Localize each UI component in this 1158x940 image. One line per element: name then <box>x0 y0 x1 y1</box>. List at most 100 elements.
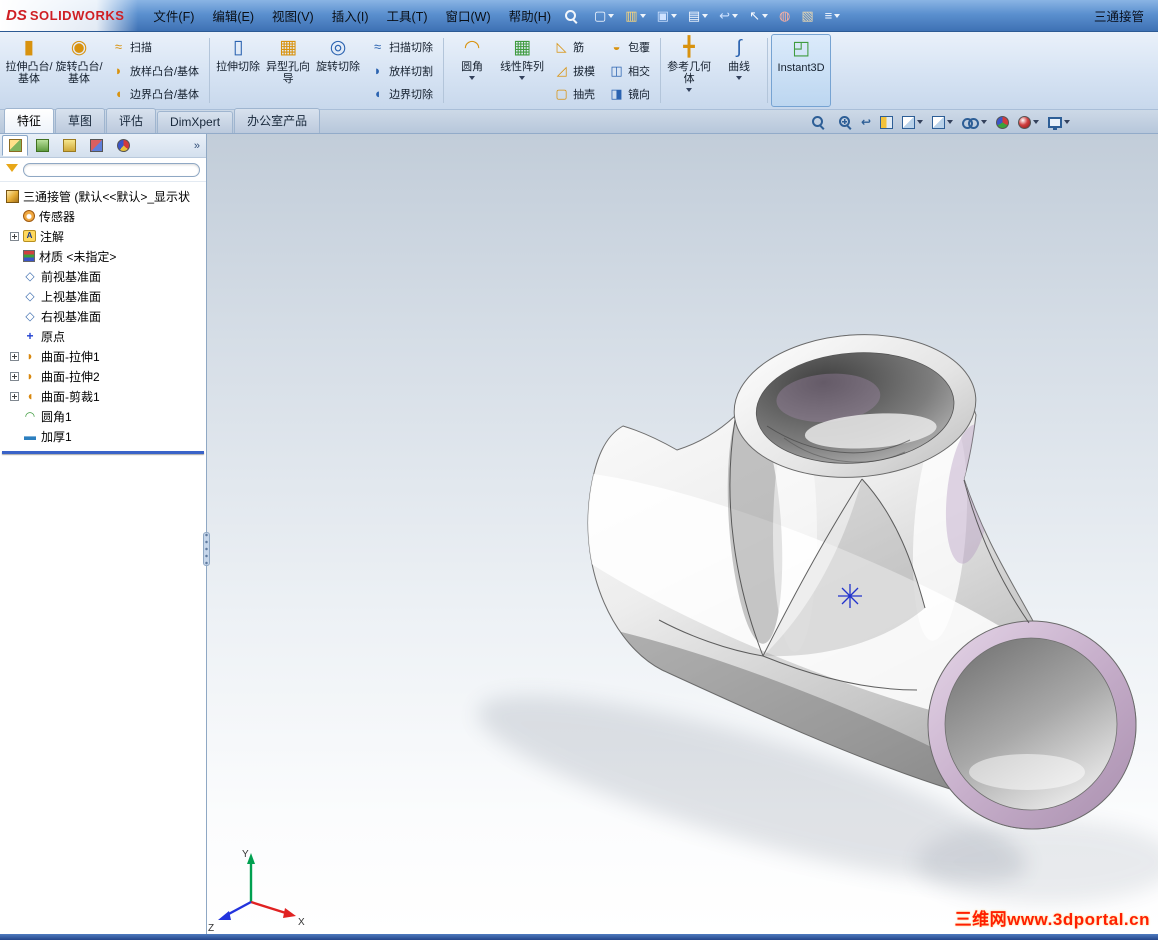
expand-icon[interactable] <box>10 351 19 361</box>
chevron-down-icon[interactable] <box>519 76 526 83</box>
dimxpertmanager-tab[interactable] <box>83 135 109 156</box>
section-view-button[interactable] <box>880 115 893 129</box>
linear-pattern-button[interactable]: ▦ 线性阵列 <box>497 34 547 107</box>
menu-help[interactable]: 帮助(H) <box>500 2 560 29</box>
chevron-down-icon[interactable] <box>1033 120 1039 127</box>
curves-button[interactable]: ∫ 曲线 <box>714 34 764 107</box>
chevron-down-icon[interactable] <box>736 76 743 83</box>
chevron-down-icon[interactable] <box>981 120 987 127</box>
tab-features[interactable]: 特征 <box>4 108 55 133</box>
swept-boss-button[interactable]: ≈ 扫描 <box>108 38 202 56</box>
print-button[interactable]: ▤ <box>686 7 710 25</box>
chevron-down-icon[interactable] <box>608 13 615 21</box>
instant3d-button[interactable]: ◰ Instant3D <box>771 34 832 107</box>
chevron-down-icon[interactable] <box>469 76 476 83</box>
tab-evaluate[interactable]: 评估 <box>106 108 157 133</box>
display-style-button[interactable] <box>932 115 953 129</box>
graphics-area[interactable]: Y X Z 三维网www.3dportal.cn <box>207 134 1158 934</box>
select-button[interactable]: ↖ <box>747 7 770 25</box>
menu-tools[interactable]: 工具(T) <box>378 2 437 29</box>
tree-item-annotations[interactable]: A 注解 <box>0 226 206 246</box>
tab-dimxpert[interactable]: DimXpert <box>157 111 234 133</box>
lofted-boss-button[interactable]: ◗ 放样凸台/基体 <box>108 62 202 80</box>
chevron-down-icon[interactable] <box>761 13 768 21</box>
wrap-button[interactable]: ◒ 包覆 <box>606 38 653 56</box>
tree-item-thicken1[interactable]: ▬ 加厚1 <box>0 426 206 446</box>
intersect-button[interactable]: ◫ 相交 <box>606 62 653 80</box>
rib-button[interactable]: ◺ 筋 <box>551 38 598 56</box>
featuremanager-tab[interactable] <box>2 135 28 156</box>
search-icon[interactable] <box>564 9 578 23</box>
chevron-down-icon[interactable] <box>947 120 953 127</box>
propertymanager-tab[interactable] <box>29 135 55 156</box>
save-button[interactable]: ▣ <box>655 7 679 25</box>
tree-item-sensors[interactable]: 传感器 <box>0 206 206 226</box>
hide-show-items-button[interactable] <box>962 117 987 129</box>
tab-sketch[interactable]: 草图 <box>55 108 106 133</box>
expand-icon[interactable] <box>10 231 19 241</box>
tree-item-right-plane[interactable]: ◇ 右视基准面 <box>0 306 206 326</box>
edit-appearance-button[interactable] <box>1018 115 1039 129</box>
tree-root-item[interactable]: 三通接管 (默认<<默认>_显示状 <box>0 186 206 206</box>
undo-button[interactable]: ↩ <box>717 7 740 25</box>
tree-item-top-plane[interactable]: ◇ 上视基准面 <box>0 286 206 306</box>
revolved-boss-base-button[interactable]: ◉ 旋转凸台/基体 <box>54 34 104 107</box>
reference-geometry-button[interactable]: ╋ 参考几何体 <box>664 34 714 107</box>
apply-scene-button[interactable] <box>996 115 1009 129</box>
rollback-bar[interactable] <box>2 451 204 454</box>
chevron-down-icon[interactable] <box>732 13 739 21</box>
boundary-boss-button[interactable]: ◖ 边界凸台/基体 <box>108 85 202 103</box>
swept-cut-button[interactable]: ≈ 扫描切除 <box>367 38 436 56</box>
shell-button[interactable]: ▢ 抽壳 <box>551 85 598 103</box>
tree-item-surface-trim1[interactable]: ◖ 曲面-剪裁1 <box>0 386 206 406</box>
tab-office-products[interactable]: 办公室产品 <box>234 108 321 133</box>
hole-wizard-button[interactable]: ▦ 异型孔向导 <box>263 34 313 107</box>
properties-icon: ▧ <box>801 7 814 23</box>
options-button[interactable]: ≡ <box>823 7 843 25</box>
previous-view-button[interactable]: ↩ <box>861 115 871 129</box>
extruded-cut-button[interactable]: ▯ 拉伸切除 <box>213 34 263 107</box>
lofted-cut-button[interactable]: ◗ 放样切割 <box>367 62 436 80</box>
panel-splitter[interactable] <box>203 532 210 566</box>
tree-item-front-plane[interactable]: ◇ 前视基准面 <box>0 266 206 286</box>
chevron-down-icon[interactable] <box>834 13 841 21</box>
chevron-down-icon[interactable] <box>639 13 646 21</box>
menu-window[interactable]: 窗口(W) <box>437 2 500 29</box>
open-button[interactable]: ▥ <box>623 7 647 25</box>
expand-icon[interactable] <box>10 391 19 401</box>
chevron-down-icon[interactable] <box>917 120 923 127</box>
menu-edit[interactable]: 编辑(E) <box>203 2 263 29</box>
view-settings-button[interactable] <box>1048 116 1070 130</box>
zoom-to-fit-button[interactable] <box>807 115 825 129</box>
new-document-button[interactable]: ▢ <box>592 7 616 25</box>
expand-icon[interactable] <box>10 371 19 381</box>
tree-item-fillet1[interactable]: ◠ 圆角1 <box>0 406 206 426</box>
mirror-button[interactable]: ◨ 镜向 <box>606 85 653 103</box>
chevron-down-icon[interactable] <box>670 13 677 21</box>
menu-file[interactable]: 文件(F) <box>144 2 203 29</box>
draft-button[interactable]: ◿ 拔模 <box>551 62 598 80</box>
menu-insert[interactable]: 插入(I) <box>323 2 378 29</box>
chevron-down-icon[interactable] <box>1064 120 1070 127</box>
revolved-cut-button[interactable]: ◎ 旋转切除 <box>313 34 363 107</box>
tree-item-surface-extrude1[interactable]: ◗ 曲面-拉伸1 <box>0 346 206 366</box>
filter-input[interactable] <box>23 162 200 177</box>
extruded-boss-base-button[interactable]: ▮ 拉伸凸台/基体 <box>4 34 54 107</box>
chevron-down-icon[interactable] <box>702 13 709 21</box>
tree-item-material[interactable]: 材质 <未指定> <box>0 246 206 266</box>
view-orientation-button[interactable] <box>902 115 923 129</box>
menu-view[interactable]: 视图(V) <box>263 2 323 29</box>
panel-more-chevron[interactable]: » <box>190 140 204 152</box>
tree-item-origin[interactable]: + 原点 <box>0 326 206 346</box>
model-canvas[interactable]: Y X Z <box>207 134 1158 934</box>
boundary-cut-button[interactable]: ◖ 边界切除 <box>367 85 436 103</box>
properties-button[interactable]: ▧ <box>799 7 815 25</box>
rebuild-button[interactable]: ◍ <box>777 7 792 25</box>
tree-item-surface-extrude2[interactable]: ◗ 曲面-拉伸2 <box>0 366 206 386</box>
configurationmanager-tab[interactable] <box>56 135 82 156</box>
feature-stack-1: ◺ 筋 ◿ 拔模 ▢ 抽壳 <box>547 34 602 107</box>
fillet-button[interactable]: ◠ 圆角 <box>447 34 497 107</box>
displaymanager-tab[interactable] <box>110 135 136 156</box>
zoom-to-area-button[interactable] <box>834 115 852 129</box>
chevron-down-icon[interactable] <box>686 88 693 95</box>
